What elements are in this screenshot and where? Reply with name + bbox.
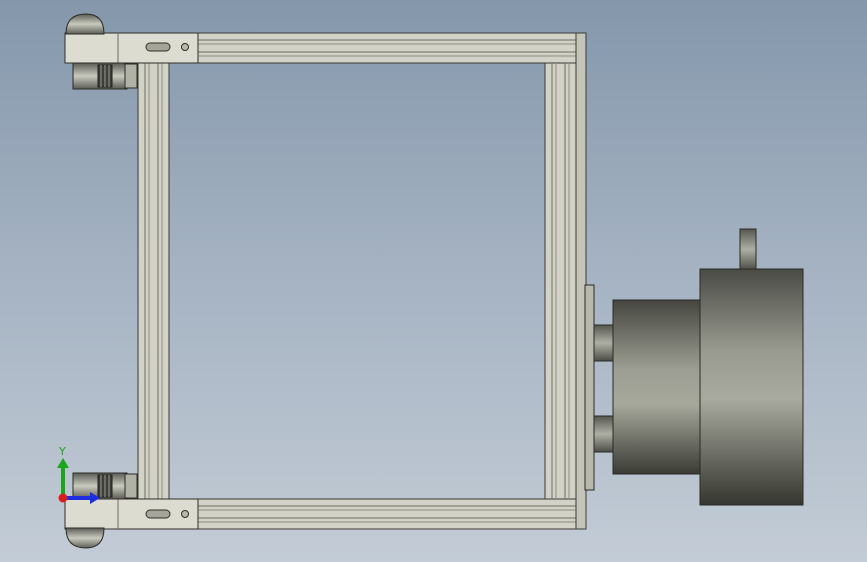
drive-motor[interactable] bbox=[584, 228, 804, 506]
z-axis-marker bbox=[58, 493, 68, 503]
mounting-bracket-bottom[interactable] bbox=[64, 498, 199, 530]
y-axis-label: Y bbox=[58, 445, 66, 458]
motor-mount-plate[interactable] bbox=[584, 284, 595, 491]
right-post[interactable] bbox=[544, 62, 577, 500]
motor-shaft-lower[interactable] bbox=[593, 415, 615, 453]
gearbox-body[interactable] bbox=[612, 299, 702, 475]
y-axis-arrowhead bbox=[57, 458, 69, 468]
motor-top-stub[interactable] bbox=[739, 228, 757, 271]
model-view[interactable]: Y bbox=[0, 0, 867, 562]
motor-shaft-upper[interactable] bbox=[593, 324, 615, 362]
extrusion-frame[interactable] bbox=[116, 32, 587, 530]
motor-housing[interactable] bbox=[699, 268, 804, 506]
graphics-viewport[interactable]: Y bbox=[0, 0, 867, 562]
mounting-bracket-top[interactable] bbox=[64, 32, 199, 64]
left-post[interactable] bbox=[137, 62, 170, 500]
